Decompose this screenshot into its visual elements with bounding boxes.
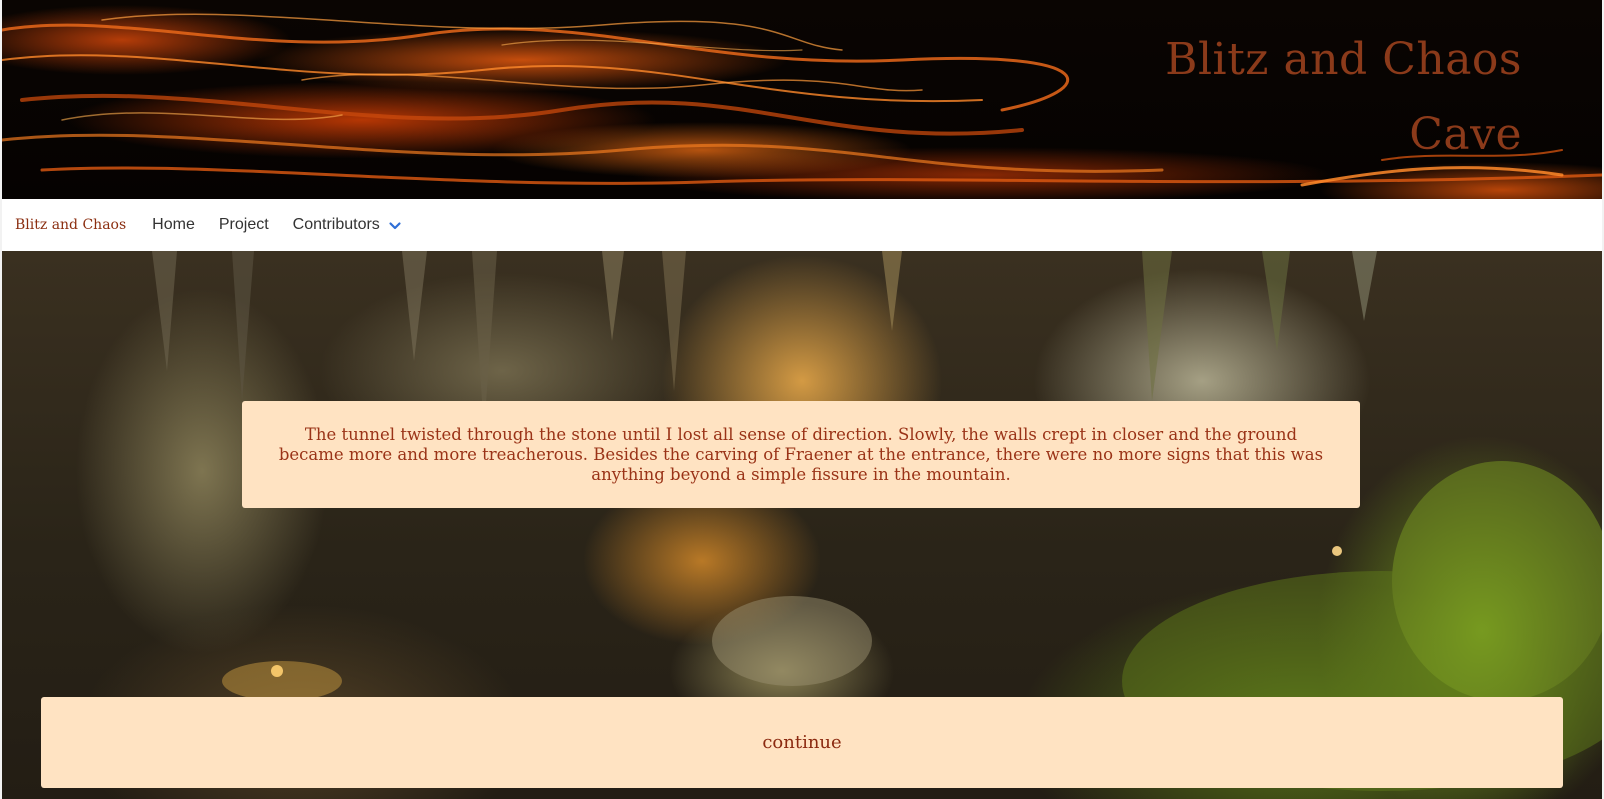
continue-button[interactable]: continue: [41, 697, 1563, 788]
chevron-down-icon[interactable]: [388, 219, 402, 233]
story-panel: The tunnel twisted through the stone unt…: [242, 401, 1360, 508]
site-title: Blitz and Chaos Cave: [1165, 34, 1522, 160]
nav-contributors-link[interactable]: Contributors: [293, 216, 380, 234]
navbar: Blitz and Chaos Home Project Contributor…: [2, 199, 1602, 251]
continue-label[interactable]: continue: [762, 732, 841, 753]
nav-home-link[interactable]: Home: [152, 216, 195, 234]
story-text: The tunnel twisted through the stone unt…: [278, 425, 1324, 484]
fire-banner: Blitz and Chaos Cave: [2, 0, 1602, 199]
contributors-dropdown[interactable]: Contributors: [293, 216, 402, 234]
page: Blitz and Chaos Cave Blitz and Chaos Hom…: [0, 0, 1604, 799]
nav-project-link[interactable]: Project: [219, 216, 269, 234]
brand-link[interactable]: Blitz and Chaos: [15, 217, 126, 233]
